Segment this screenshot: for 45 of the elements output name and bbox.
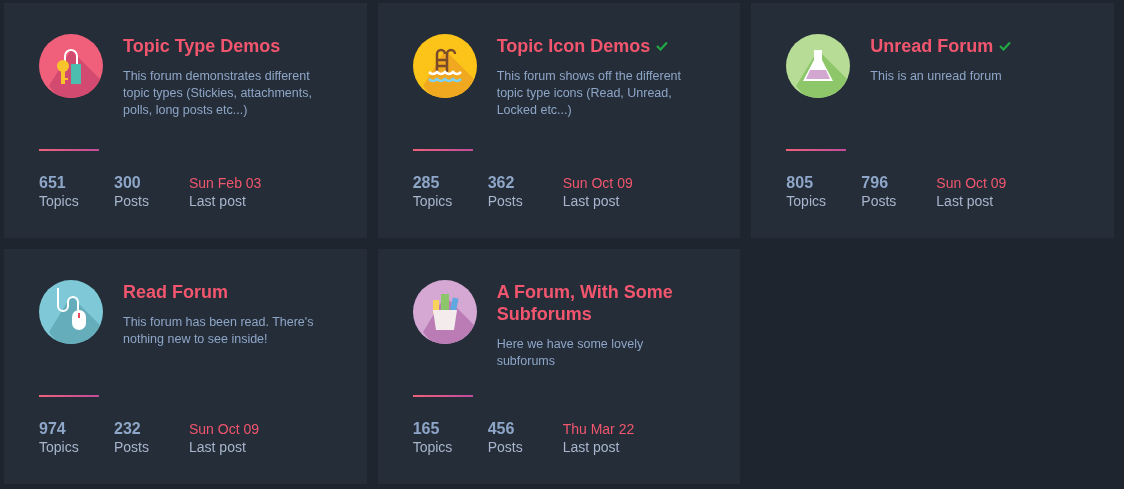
stat-value: 456 xyxy=(487,420,516,438)
forum-title[interactable]: A Forum, With Some Subforums xyxy=(496,281,706,325)
stat-label: Posts xyxy=(487,438,524,456)
forum-title[interactable]: Topic Type Demos xyxy=(123,35,281,57)
stat-value: 232 xyxy=(114,420,142,438)
pool-ladder-icon xyxy=(412,34,477,98)
stat-value: 805 xyxy=(786,174,815,192)
stat-label: Posts xyxy=(114,438,150,456)
last-post-date[interactable]: Sun Feb 03 xyxy=(189,174,262,192)
stat-label: Topics xyxy=(786,192,827,210)
pencil-cup-icon xyxy=(412,280,477,344)
stat-label: Posts xyxy=(487,192,524,210)
forum-title[interactable]: Topic Icon Demos xyxy=(496,35,651,57)
last-post-date[interactable]: Sun Oct 09 xyxy=(562,174,633,192)
forum-description: Here we have some lovely subforums xyxy=(496,336,645,370)
stat-label: Last post xyxy=(189,438,247,456)
stat-label: Last post xyxy=(936,192,995,210)
stat-value: 300 xyxy=(114,174,142,192)
last-post-date[interactable]: Sun Oct 09 xyxy=(936,174,1007,192)
stat-label: Last post xyxy=(562,438,621,456)
forum-title[interactable]: Read Forum xyxy=(123,281,228,303)
stat-label: Posts xyxy=(861,192,898,210)
last-post-date[interactable]: Sun Oct 09 xyxy=(189,420,260,438)
stat-value: 362 xyxy=(487,174,516,192)
stat-value: 285 xyxy=(412,174,441,192)
stat-label: Topics xyxy=(412,192,454,210)
forum-title[interactable]: Unread Forum xyxy=(870,35,994,57)
flask-icon xyxy=(786,34,851,98)
stat-label: Last post xyxy=(189,192,247,210)
stat-value: 651 xyxy=(39,174,67,192)
stat-value: 974 xyxy=(39,420,67,438)
forum-description: This is an unread forum xyxy=(870,68,1003,85)
stat-value: 165 xyxy=(412,420,441,438)
stat-label: Topics xyxy=(412,438,454,456)
last-post-date[interactable]: Thu Mar 22 xyxy=(562,420,635,438)
stat-label: Topics xyxy=(39,192,80,210)
forum-description: This forum shows off the different topic type icons (Read, Unread, Locked etc...) xyxy=(496,68,682,119)
stat-label: Last post xyxy=(562,192,621,210)
mouse-icon xyxy=(39,280,103,344)
forum-description: This forum has been read. There's nothing new to see inside! xyxy=(123,314,315,348)
stat-label: Posts xyxy=(114,192,150,210)
key-icon xyxy=(39,34,103,98)
stat-label: Topics xyxy=(39,438,80,456)
forum-description: This forum demonstrates different topic types (Stickies, attachments, polls, long posts etc...) xyxy=(123,68,313,119)
stat-value: 796 xyxy=(861,174,890,192)
